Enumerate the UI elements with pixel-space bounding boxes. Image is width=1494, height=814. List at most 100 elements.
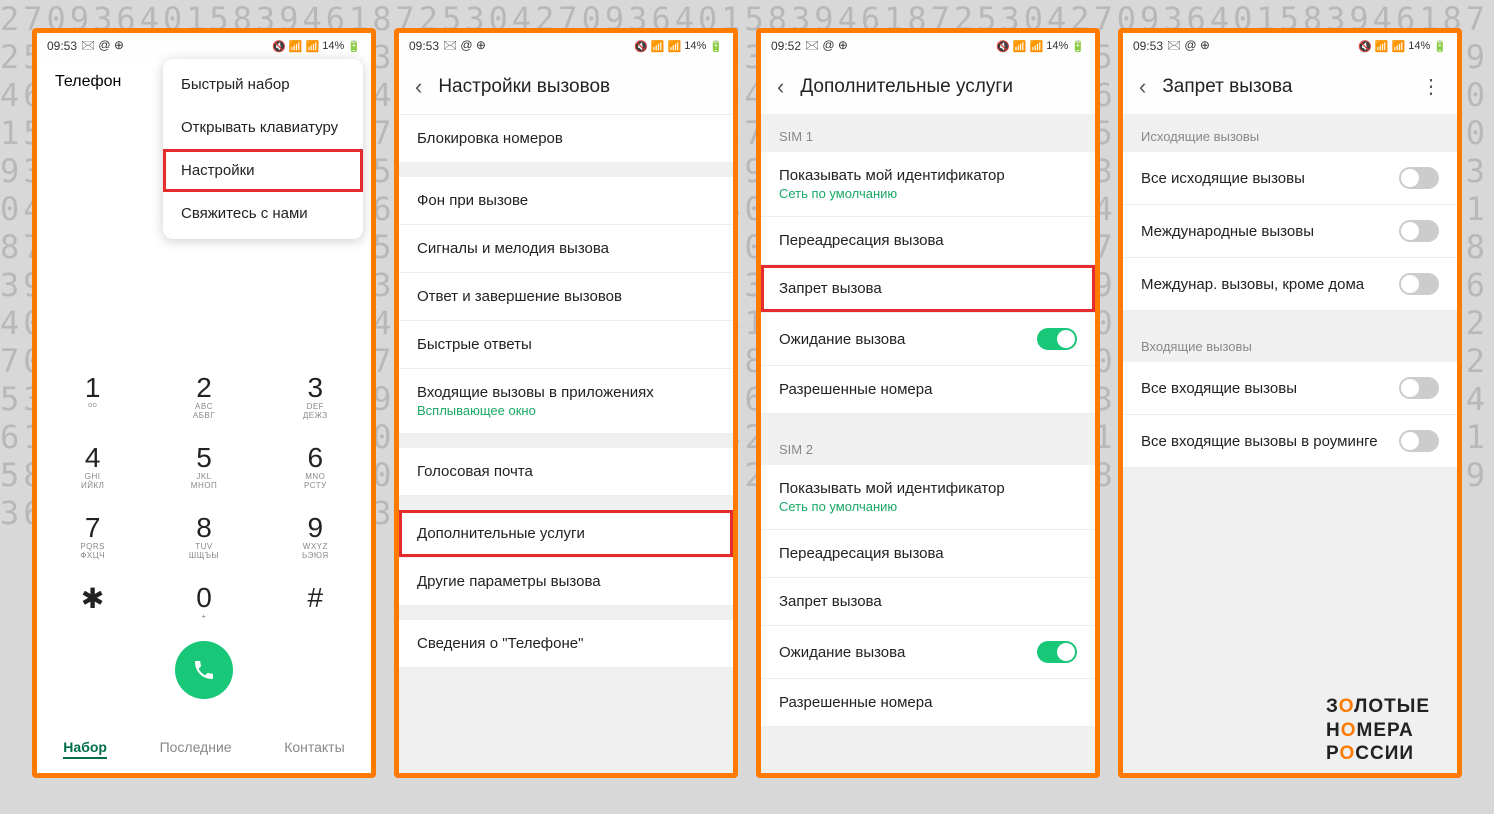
toggle-waiting-sim1[interactable] <box>1037 328 1077 350</box>
signal-icon: 🔇 📶 📶 <box>272 40 319 53</box>
item-label: Входящие вызовы в приложениях <box>417 384 654 401</box>
dial-sub: MNOРСТУ <box>304 472 327 490</box>
item-additional-services[interactable]: Дополнительные услуги <box>399 510 733 558</box>
toggle[interactable] <box>1399 167 1439 189</box>
item-call-background[interactable]: Фон при вызове <box>399 177 733 225</box>
item-quick-replies[interactable]: Быстрые ответы <box>399 321 733 369</box>
item-all-outgoing[interactable]: Все исходящие вызовы <box>1123 152 1457 205</box>
dial-sub: TUVШЩЪЫ <box>189 542 219 560</box>
item-intl-except-home[interactable]: Междунар. вызовы, кроме дома <box>1123 258 1457 311</box>
dial-num: 2 <box>196 372 212 404</box>
dial-num: 0 <box>196 582 212 614</box>
item-allowed-sim2[interactable]: Разрешенные номера <box>761 679 1095 727</box>
menu-settings[interactable]: Настройки <box>163 149 363 192</box>
content: Блокировка номеров Фон при вызове Сигнал… <box>399 115 733 773</box>
dial-num: 9 <box>308 512 324 544</box>
dial-sub: DEFДЕЖЗ <box>303 402 328 420</box>
item-barring-sim2[interactable]: Запрет вызова <box>761 578 1095 626</box>
dial-key-4[interactable]: 4GHIИЙКЛ <box>37 436 148 496</box>
signal-icon: 🔇 📶 📶 <box>634 40 681 53</box>
item-label: Ожидание вызова <box>779 644 905 661</box>
dial-sub: WXYZЬЭЮЯ <box>302 542 329 560</box>
dial-key-5[interactable]: 5JKLМНОП <box>148 436 259 496</box>
phone-icon <box>192 658 216 682</box>
dial-key-1[interactable]: 1ᴼᴼ <box>37 366 148 426</box>
overflow-menu: Быстрый набор Открывать клавиатуру Настр… <box>163 59 363 239</box>
dial-sub: ᴼᴼ <box>88 402 97 411</box>
toggle-waiting-sim2[interactable] <box>1037 641 1077 663</box>
dial-key-#[interactable]: # <box>260 576 371 627</box>
toggle[interactable] <box>1399 430 1439 452</box>
item-app-calls[interactable]: Входящие вызовы в приложениях Всплывающе… <box>399 369 733 434</box>
dial-key-0[interactable]: 0+ <box>148 576 259 627</box>
dial-num: # <box>308 582 324 614</box>
toggle[interactable] <box>1399 273 1439 295</box>
dial-key-9[interactable]: 9WXYZЬЭЮЯ <box>260 506 371 566</box>
dial-num: 4 <box>85 442 101 474</box>
item-label: Все входящие вызовы в роуминге <box>1141 433 1378 450</box>
item-allowed-sim1[interactable]: Разрешенные номера <box>761 366 1095 414</box>
item-waiting-sim1[interactable]: Ожидание вызова <box>761 313 1095 366</box>
dial-key-8[interactable]: 8TUVШЩЪЫ <box>148 506 259 566</box>
menu-speed-dial[interactable]: Быстрый набор <box>163 63 363 106</box>
call-button[interactable] <box>175 641 233 699</box>
item-block-numbers[interactable]: Блокировка номеров <box>399 115 733 163</box>
tab-dial[interactable]: Набор <box>63 739 107 759</box>
back-button[interactable]: ‹ <box>1139 74 1146 100</box>
tab-contacts[interactable]: Контакты <box>284 739 344 759</box>
item-waiting-sim2[interactable]: Ожидание вызова <box>761 626 1095 679</box>
item-label: Все входящие вызовы <box>1141 380 1297 397</box>
more-button[interactable]: ⋮ <box>1421 74 1441 99</box>
back-button[interactable]: ‹ <box>777 74 784 100</box>
dial-num: 3 <box>308 372 324 404</box>
header-title: Настройки вызовов <box>438 76 610 98</box>
section-incoming: Входящие вызовы <box>1123 325 1457 362</box>
item-other-params[interactable]: Другие параметры вызова <box>399 558 733 606</box>
phone-screen-2: 09:53 🖂 @ ⊕ 🔇 📶 📶 14%🔋 ‹ Настройки вызов… <box>394 28 738 778</box>
dial-key-3[interactable]: 3DEFДЕЖЗ <box>260 366 371 426</box>
item-voicemail[interactable]: Голосовая почта <box>399 448 733 496</box>
item-subtitle: Всплывающее окно <box>417 403 654 418</box>
item-subtitle: Сеть по умолчанию <box>779 499 1005 514</box>
status-battery: 14% <box>322 40 344 52</box>
item-label: Все исходящие вызовы <box>1141 170 1305 187</box>
dial-num: 1 <box>85 372 101 404</box>
item-caller-id-sim2[interactable]: Показывать мой идентификатор Сеть по умо… <box>761 465 1095 530</box>
back-button[interactable]: ‹ <box>415 74 422 100</box>
menu-contact-us[interactable]: Свяжитесь с нами <box>163 192 363 235</box>
dial-num: 8 <box>196 512 212 544</box>
dial-num: 5 <box>196 442 212 474</box>
item-international[interactable]: Международные вызовы <box>1123 205 1457 258</box>
item-label: Показывать мой идентификатор <box>779 167 1005 184</box>
item-all-incoming[interactable]: Все входящие вызовы <box>1123 362 1457 415</box>
dial-key-7[interactable]: 7PQRSФХЦЧ <box>37 506 148 566</box>
tab-recent[interactable]: Последние <box>160 739 232 759</box>
dial-key-6[interactable]: 6MNOРСТУ <box>260 436 371 496</box>
dial-sub: ABCАБВГ <box>193 402 215 420</box>
screens-container: 09:53 🖂 @ ⊕ 🔇 📶 📶 14%🔋 Телефон Быстрый н… <box>0 0 1494 806</box>
dialer-header: Телефон Быстрый набор Открывать клавиату… <box>37 59 371 99</box>
item-forward-sim2[interactable]: Переадресация вызова <box>761 530 1095 578</box>
status-icons: 🖂 @ ⊕ <box>443 36 486 57</box>
toggle[interactable] <box>1399 377 1439 399</box>
item-ringtone[interactable]: Сигналы и мелодия вызова <box>399 225 733 273</box>
app-title: Телефон <box>55 73 121 90</box>
signal-icon: 🔇 📶 📶 <box>996 40 1043 53</box>
item-answer-end[interactable]: Ответ и завершение вызовов <box>399 273 733 321</box>
section-outgoing: Исходящие вызовы <box>1123 115 1457 152</box>
dial-sub: + <box>201 612 206 621</box>
item-incoming-roaming[interactable]: Все входящие вызовы в роуминге <box>1123 415 1457 468</box>
phone-screen-1: 09:53 🖂 @ ⊕ 🔇 📶 📶 14%🔋 Телефон Быстрый н… <box>32 28 376 778</box>
toggle[interactable] <box>1399 220 1439 242</box>
section-sim2: SIM 2 <box>761 428 1095 465</box>
dial-key-✱[interactable]: ✱ <box>37 576 148 627</box>
dial-key-2[interactable]: 2ABCАБВГ <box>148 366 259 426</box>
item-caller-id-sim1[interactable]: Показывать мой идентификатор Сеть по умо… <box>761 152 1095 217</box>
menu-open-keyboard[interactable]: Открывать клавиатуру <box>163 106 363 149</box>
item-barring-sim1[interactable]: Запрет вызова <box>761 265 1095 313</box>
item-label: Ожидание вызова <box>779 331 905 348</box>
item-forward-sim1[interactable]: Переадресация вызова <box>761 217 1095 265</box>
content: Исходящие вызовы Все исходящие вызовы Ме… <box>1123 115 1457 773</box>
item-about-phone[interactable]: Сведения о "Телефоне" <box>399 620 733 668</box>
status-time: 09:52 <box>771 39 801 53</box>
